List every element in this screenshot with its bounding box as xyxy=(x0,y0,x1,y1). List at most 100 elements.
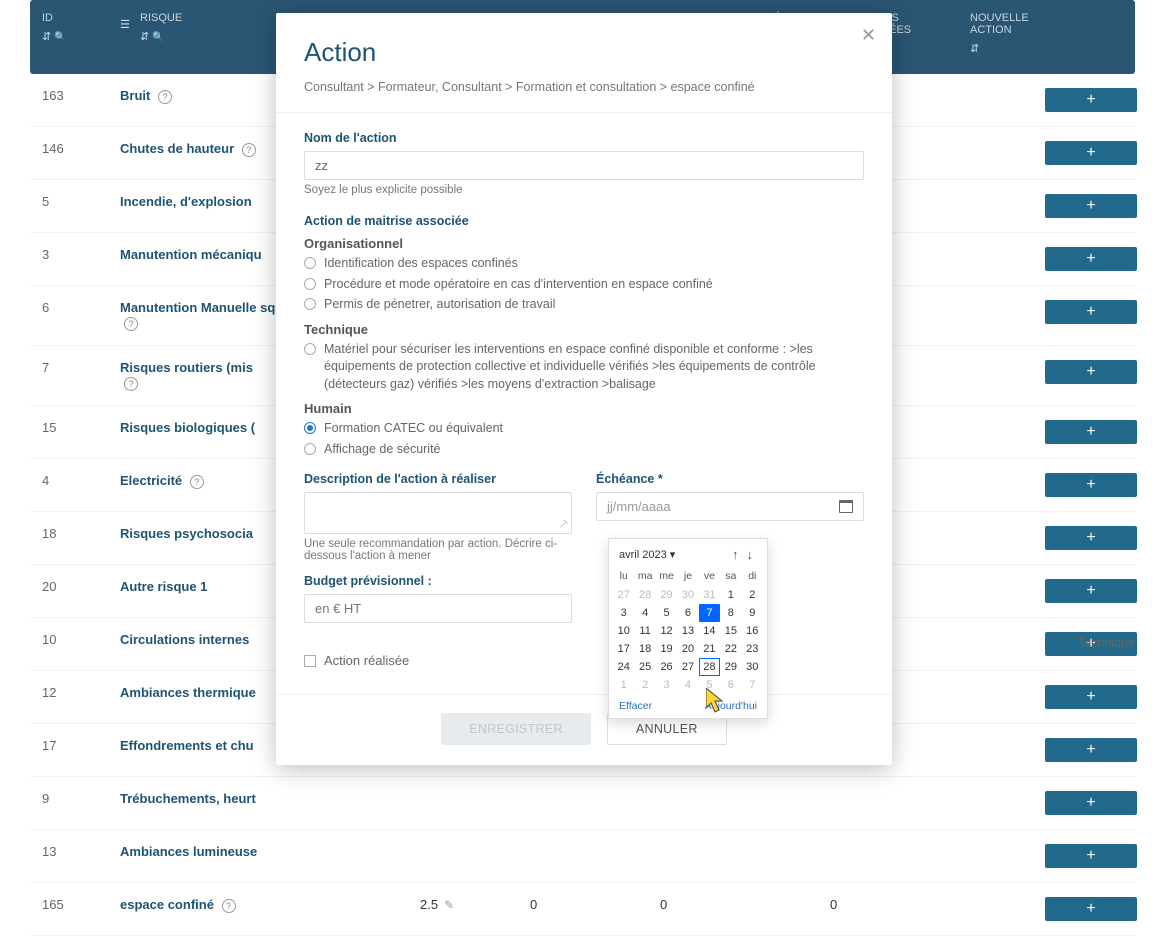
next-month-icon[interactable]: ↓ xyxy=(743,547,758,562)
calendar-day[interactable]: 13 xyxy=(677,622,698,640)
calendar-day[interactable]: 18 xyxy=(634,640,655,658)
datepicker-month[interactable]: avril 2023 ▾ xyxy=(619,548,728,561)
calendar-day[interactable]: 30 xyxy=(677,586,698,604)
calendar-day[interactable]: 3 xyxy=(656,676,677,694)
radio-icon[interactable] xyxy=(304,278,316,290)
th-new[interactable]: NOUVELLE ACTION⇵ xyxy=(960,6,1060,61)
add-action-button[interactable]: + xyxy=(1045,473,1137,497)
calendar-day[interactable]: 23 xyxy=(742,640,763,658)
cell-risk[interactable]: espace confiné ? xyxy=(110,895,410,915)
calendar-day[interactable]: 6 xyxy=(720,676,741,694)
calendar-icon[interactable] xyxy=(839,500,853,513)
save-button[interactable]: ENREGISTRER xyxy=(441,713,591,745)
calendar-day[interactable]: 14 xyxy=(699,622,720,640)
calendar-day[interactable]: 4 xyxy=(634,604,655,622)
calendar-day[interactable]: 10 xyxy=(613,622,634,640)
calendar-day[interactable]: 20 xyxy=(677,640,698,658)
add-action-button[interactable]: + xyxy=(1045,897,1137,921)
echeance-input[interactable]: jj/mm/aaaa xyxy=(596,492,864,521)
calendar-day[interactable]: 8 xyxy=(720,604,741,622)
add-action-button[interactable]: + xyxy=(1045,88,1137,112)
name-input[interactable] xyxy=(304,151,864,180)
close-icon[interactable]: ✕ xyxy=(861,25,876,46)
calendar-day[interactable]: 28 xyxy=(634,586,655,604)
calendar-day[interactable]: 28 xyxy=(699,658,720,676)
calendar-day[interactable]: 11 xyxy=(634,622,655,640)
help-icon[interactable]: ? xyxy=(124,317,138,331)
add-action-button[interactable]: + xyxy=(1045,420,1137,444)
help-icon[interactable]: ? xyxy=(242,143,256,157)
calendar-day[interactable]: 15 xyxy=(720,622,741,640)
radio-option[interactable]: Procédure et mode opératoire en cas d'in… xyxy=(304,276,864,294)
calendar-day[interactable]: 21 xyxy=(699,640,720,658)
help-icon[interactable]: ? xyxy=(124,377,138,391)
calendar-day[interactable]: 4 xyxy=(677,676,698,694)
calendar-day[interactable]: 27 xyxy=(613,586,634,604)
radio-icon[interactable] xyxy=(304,257,316,269)
desc-textarea[interactable]: ⸕ xyxy=(304,492,572,534)
calendar-day[interactable]: 9 xyxy=(742,604,763,622)
calendar-day[interactable]: 7 xyxy=(742,676,763,694)
pencil-icon[interactable]: ✎ xyxy=(444,898,454,912)
help-icon[interactable]: ? xyxy=(222,899,236,913)
calendar-day[interactable]: 17 xyxy=(613,640,634,658)
add-action-button[interactable]: + xyxy=(1045,360,1137,384)
help-icon[interactable]: ? xyxy=(190,475,204,489)
add-action-button[interactable]: + xyxy=(1045,526,1137,550)
th-list[interactable]: ☰ xyxy=(110,6,130,37)
calendar-day[interactable]: 30 xyxy=(742,658,763,676)
radio-option[interactable]: Identification des espaces confinés xyxy=(304,255,864,273)
calendar-day[interactable]: 26 xyxy=(656,658,677,676)
radio-option[interactable]: Matériel pour sécuriser les intervention… xyxy=(304,341,864,394)
th-id[interactable]: ID ⇵ 🔍 xyxy=(30,6,110,49)
calendar-day[interactable]: 29 xyxy=(656,586,677,604)
add-action-button[interactable]: + xyxy=(1045,579,1137,603)
radio-icon[interactable] xyxy=(304,443,316,455)
table-row[interactable]: 9Trébuchements, heurt+ xyxy=(30,777,1135,830)
calendar-day[interactable]: 25 xyxy=(634,658,655,676)
calendar-day[interactable]: 7 xyxy=(699,604,720,622)
calendar-day[interactable]: 12 xyxy=(656,622,677,640)
calendar-day[interactable]: 19 xyxy=(656,640,677,658)
calendar-day[interactable]: 29 xyxy=(720,658,741,676)
radio-option[interactable]: Permis de pénetrer, autorisation de trav… xyxy=(304,296,864,314)
calendar-day[interactable]: 16 xyxy=(742,622,763,640)
calendar-day[interactable]: 24 xyxy=(613,658,634,676)
add-action-button[interactable]: + xyxy=(1045,300,1137,324)
calendar-day[interactable]: 1 xyxy=(720,586,741,604)
table-row[interactable]: 165espace confiné ?2.5 ✎000+ xyxy=(30,883,1135,936)
radio-option[interactable]: Formation CATEC ou équivalent xyxy=(304,420,864,438)
add-action-button[interactable]: + xyxy=(1045,738,1137,762)
table-row[interactable]: 13Ambiances lumineuse+ xyxy=(30,830,1135,883)
calendar-day[interactable]: 27 xyxy=(677,658,698,676)
budget-input[interactable] xyxy=(304,594,572,623)
radio-icon[interactable] xyxy=(304,343,316,355)
done-checkbox[interactable] xyxy=(304,655,316,667)
radio-option[interactable]: Affichage de sécurité xyxy=(304,441,864,459)
calendar-day[interactable]: 3 xyxy=(613,604,634,622)
sort-icon[interactable]: ⇵ 🔍 xyxy=(42,30,100,43)
add-action-button[interactable]: + xyxy=(1045,141,1137,165)
cell-risk[interactable]: Ambiances lumineuse xyxy=(110,842,410,861)
add-action-button[interactable]: + xyxy=(1045,632,1137,656)
datepicker[interactable]: avril 2023 ▾ ↑ ↓ lumamejevesadi272829303… xyxy=(608,538,768,719)
radio-icon[interactable] xyxy=(304,422,316,434)
add-action-button[interactable]: + xyxy=(1045,685,1137,709)
cell-risk[interactable]: Trébuchements, heurt xyxy=(110,789,410,808)
calendar-day[interactable]: 1 xyxy=(613,676,634,694)
calendar-day[interactable]: 22 xyxy=(720,640,741,658)
calendar-day[interactable]: 2 xyxy=(634,676,655,694)
calendar-day[interactable]: 5 xyxy=(656,604,677,622)
add-action-button[interactable]: + xyxy=(1045,844,1137,868)
calendar-day[interactable]: 31 xyxy=(699,586,720,604)
add-action-button[interactable]: + xyxy=(1045,247,1137,271)
calendar-day[interactable]: 2 xyxy=(742,586,763,604)
add-action-button[interactable]: + xyxy=(1045,791,1137,815)
prev-month-icon[interactable]: ↑ xyxy=(728,547,743,562)
datepicker-clear[interactable]: Effacer xyxy=(619,700,652,712)
radio-icon[interactable] xyxy=(304,298,316,310)
calendar-day[interactable]: 6 xyxy=(677,604,698,622)
help-icon[interactable]: ? xyxy=(158,90,172,104)
add-action-button[interactable]: + xyxy=(1045,194,1137,218)
datepicker-today[interactable]: Aujourd'hui xyxy=(705,700,757,712)
